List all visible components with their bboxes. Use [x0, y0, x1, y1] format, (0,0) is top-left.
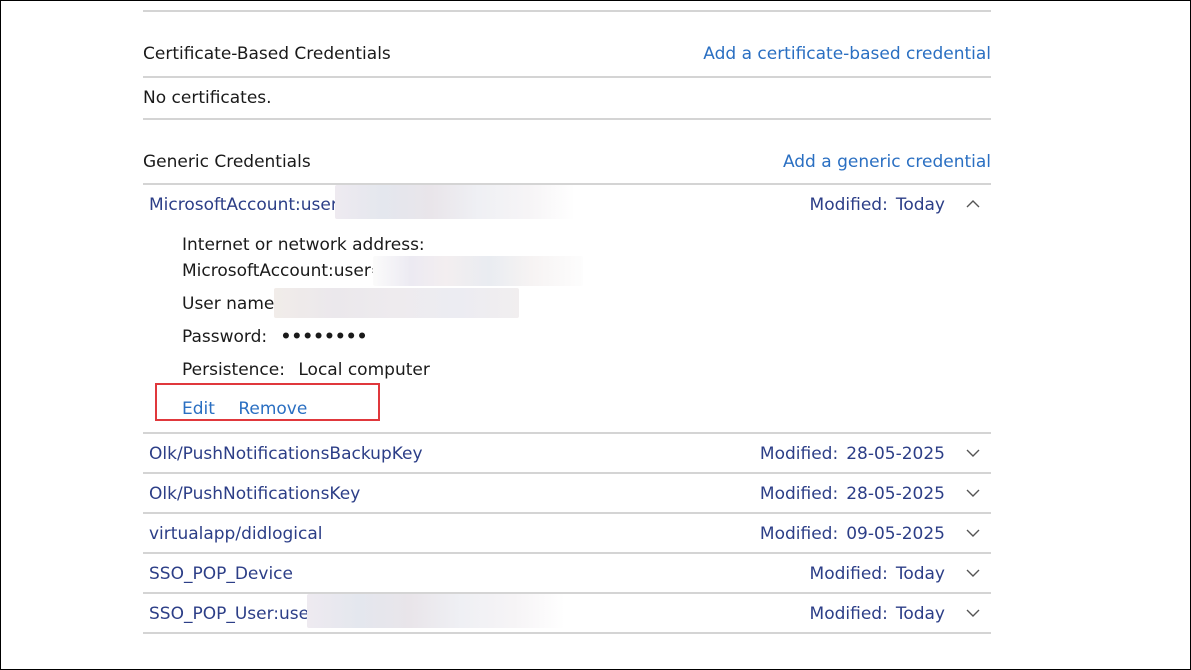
chevron-up-icon[interactable] — [965, 197, 981, 211]
password-row: Password: •••••••• — [182, 327, 367, 347]
password-label: Password: — [182, 327, 268, 347]
credential-item[interactable]: SSO_POP_Device Modified: Today — [143, 554, 991, 594]
username-label: User name: — [182, 294, 281, 314]
credential-actions: Edit Remove — [182, 399, 307, 419]
credential-item-modified: Modified: 09-05-2025 — [760, 524, 945, 544]
credential-item-name: Olk/PushNotificationsBackupKey — [149, 444, 423, 464]
credential-item-modified: Modified: Today — [810, 564, 945, 584]
chevron-down-icon[interactable] — [965, 606, 981, 620]
redacted-blur — [335, 185, 575, 219]
password-value: •••••••• — [280, 327, 368, 347]
modified-label: Modified: — [759, 484, 839, 504]
edit-link[interactable]: Edit — [182, 399, 215, 419]
credential-item[interactable]: Olk/PushNotificationsKey Modified: 28-05-… — [143, 474, 991, 514]
modified-value: Today — [895, 195, 945, 215]
certificate-section-header: Certificate-Based Credentials Add a cert… — [143, 44, 991, 70]
certificate-empty-row: No certificates. — [143, 88, 991, 112]
modified-value: 28-05-2025 — [846, 484, 945, 504]
add-generic-credential-link[interactable]: Add a generic credential — [783, 152, 991, 172]
credential-item-name: SSO_POP_User:user — [149, 604, 317, 624]
generic-section-header: Generic Credentials Add a generic creden… — [143, 152, 991, 178]
address-label: Internet or network address: — [182, 235, 425, 255]
credential-item[interactable]: SSO_POP_User:user Modified: Today — [143, 594, 991, 634]
chevron-down-icon[interactable] — [965, 486, 981, 500]
address-value: MicrosoftAccount:user= — [182, 261, 386, 281]
persistence-label: Persistence: — [182, 360, 285, 380]
modified-value: 09-05-2025 — [846, 524, 945, 544]
no-certificates-text: No certificates. — [143, 88, 272, 108]
credential-item-modified: Modified: 28-05-2025 — [760, 444, 945, 464]
credential-item-name: Olk/PushNotificationsKey — [149, 484, 361, 504]
credential-item[interactable]: virtualapp/didlogical Modified: 09-05-202… — [143, 514, 991, 554]
divider — [143, 118, 991, 120]
credential-item-modified: Modified: Today — [810, 195, 945, 215]
modified-label: Modified: — [809, 564, 888, 584]
credential-item-modified: Modified: Today — [810, 604, 945, 624]
credential-item-modified: Modified: 28-05-2025 — [760, 484, 945, 504]
chevron-down-icon[interactable] — [965, 566, 981, 580]
persistence-value: Local computer — [298, 360, 430, 380]
credential-item-name: SSO_POP_Device — [149, 564, 293, 584]
modified-value: 28-05-2025 — [846, 444, 945, 464]
credential-item[interactable]: Olk/PushNotificationsBackupKey Modified:… — [143, 434, 991, 474]
divider — [143, 10, 991, 12]
add-certificate-credential-link[interactable]: Add a certificate-based credential — [703, 44, 991, 64]
redacted-blur — [274, 288, 519, 318]
modified-label: Modified: — [809, 195, 888, 215]
modified-label: Modified: — [759, 444, 839, 464]
redacted-blur — [307, 594, 565, 628]
certificate-section-title: Certificate-Based Credentials — [143, 44, 391, 64]
modified-value: Today — [895, 604, 945, 624]
modified-value: Today — [895, 564, 945, 584]
chevron-down-icon[interactable] — [965, 526, 981, 540]
credential-item-name: virtualapp/didlogical — [149, 524, 323, 544]
divider — [143, 632, 991, 634]
persistence-row: Persistence: Local computer — [182, 360, 430, 380]
chevron-down-icon[interactable] — [965, 446, 981, 460]
modified-label: Modified: — [759, 524, 839, 544]
modified-label: Modified: — [809, 604, 888, 624]
generic-section-title: Generic Credentials — [143, 152, 311, 172]
credential-item-expanded[interactable]: MicrosoftAccount:user= Modified: Today — [143, 185, 991, 225]
divider — [143, 76, 991, 78]
credential-item-name: MicrosoftAccount:user= — [149, 195, 353, 215]
remove-link[interactable]: Remove — [238, 399, 307, 419]
redacted-blur — [373, 256, 583, 286]
